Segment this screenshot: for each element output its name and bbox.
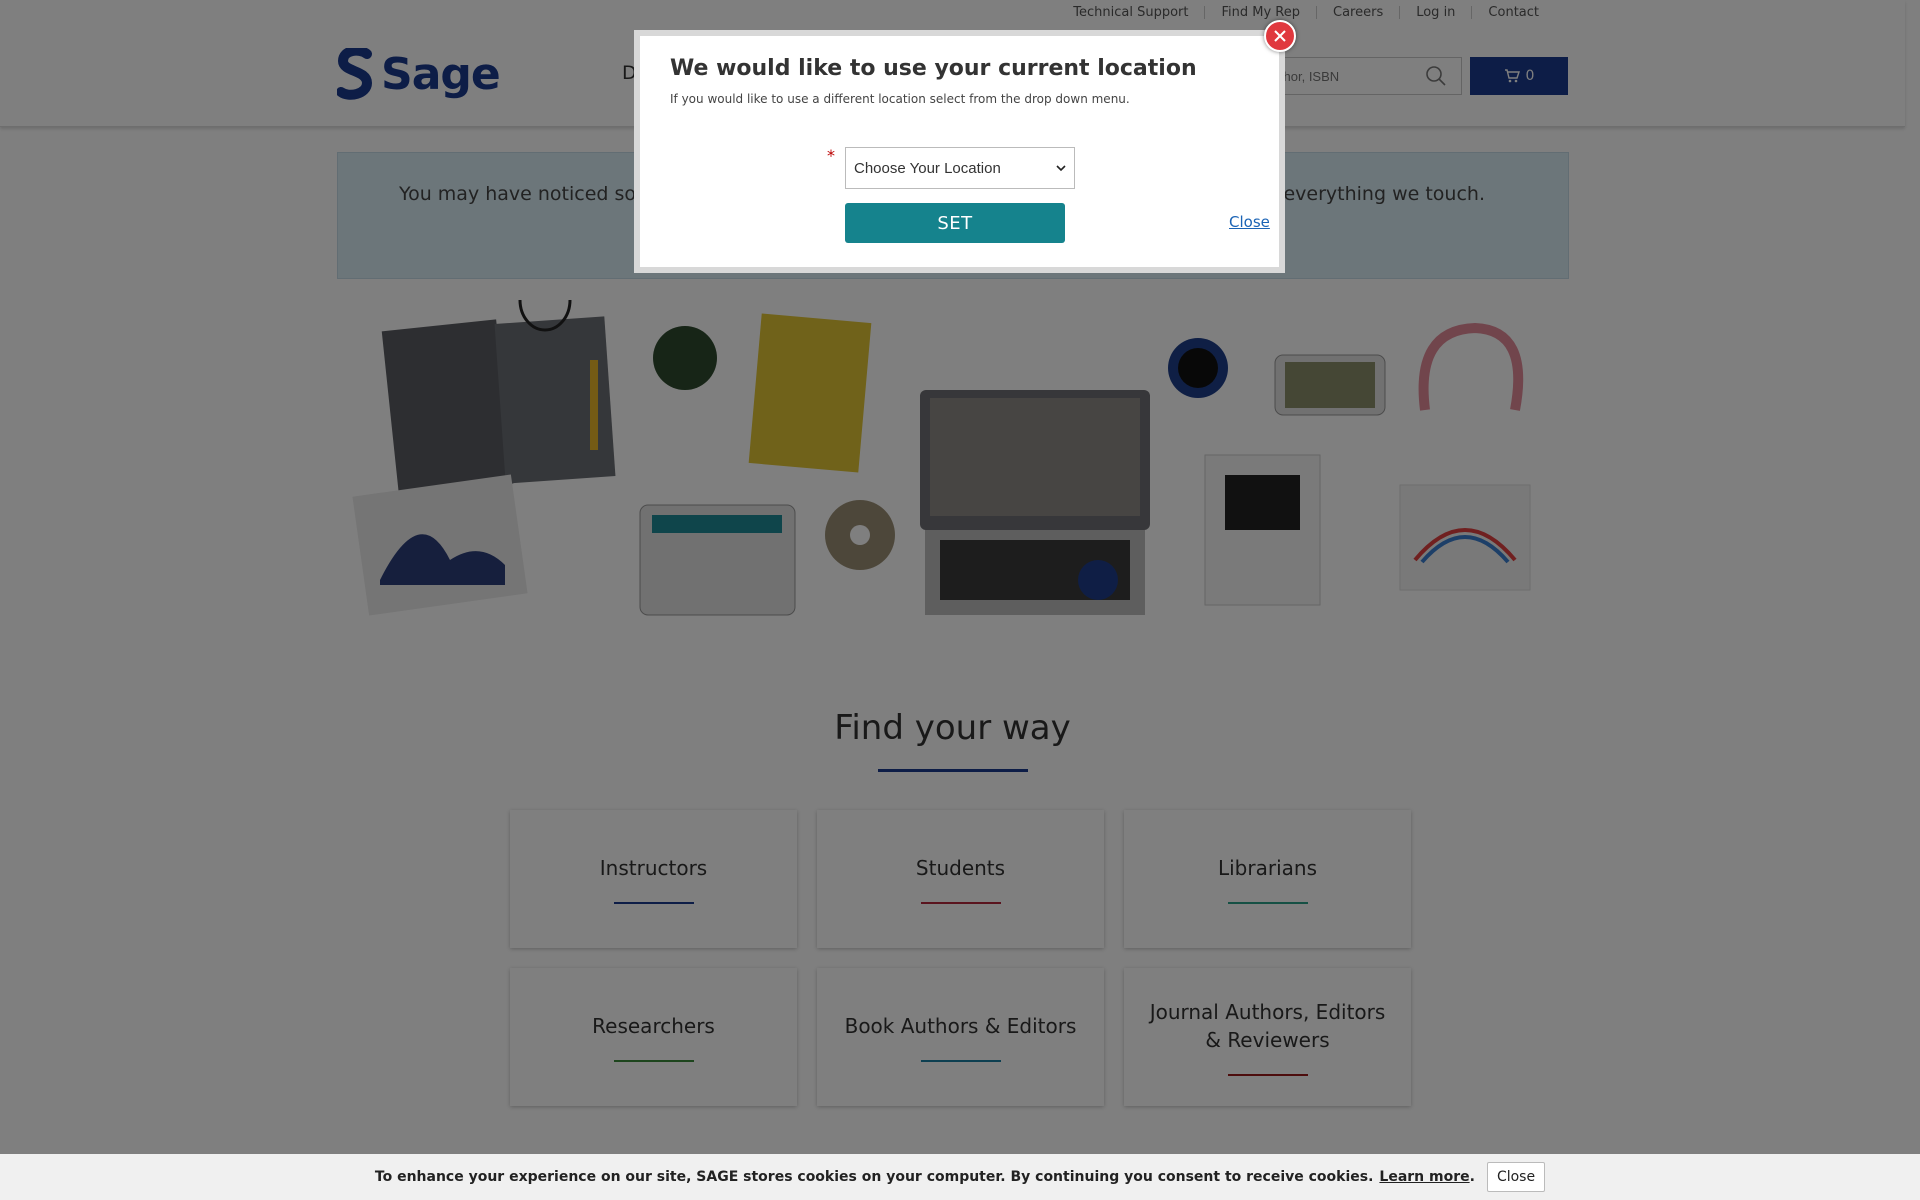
cookie-close-button[interactable]: Close xyxy=(1486,1162,1546,1192)
required-asterisk: * xyxy=(827,146,835,165)
modal-close-link[interactable]: Close xyxy=(1229,213,1270,231)
location-select-value: Choose Your Location xyxy=(854,159,1001,177)
set-button[interactable]: SET xyxy=(845,203,1065,243)
modal-close-button[interactable] xyxy=(1264,20,1296,52)
cookie-text: To enhance your experience on our site, … xyxy=(374,1169,1374,1185)
location-modal: We would like to use your current locati… xyxy=(634,30,1285,273)
cookie-period: . xyxy=(1469,1169,1475,1185)
location-select[interactable]: Choose Your Location xyxy=(845,147,1075,189)
modal-title: We would like to use your current locati… xyxy=(670,56,1197,81)
cookie-bar: To enhance your experience on our site, … xyxy=(0,1154,1920,1200)
cookie-learn-more-link[interactable]: Learn more xyxy=(1379,1169,1469,1185)
chevron-down-icon xyxy=(1056,165,1066,172)
modal-subtitle: If you would like to use a different loc… xyxy=(670,92,1130,106)
close-icon xyxy=(1274,30,1286,42)
